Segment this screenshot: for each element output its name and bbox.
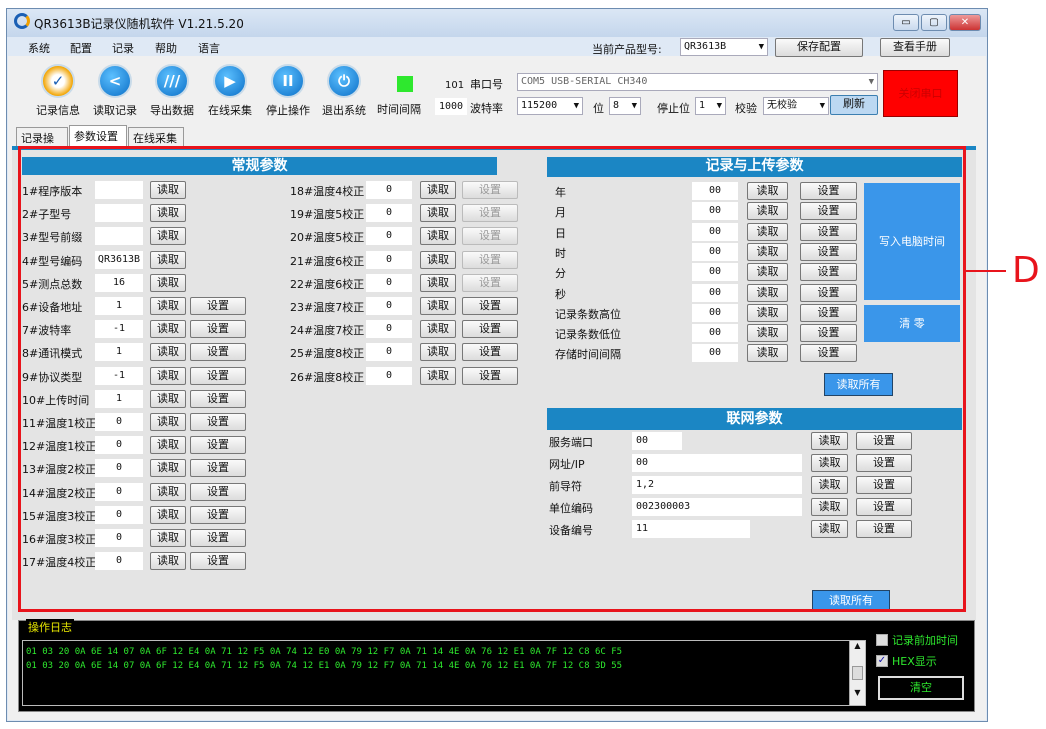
export-icon[interactable]: /// [155,64,189,98]
menu-system[interactable]: 系统 [28,40,50,56]
menu-language[interactable]: 语言 [198,40,220,56]
log-line: 01 03 20 0A 6E 14 07 0A 6F 12 E4 0A 71 1… [26,661,623,671]
toolbar-button-label[interactable]: 导出数据 [142,102,202,118]
window-title: QR3613B记录仪随机软件 V1.21.5.20 [34,17,244,31]
parity-label: 校验 [735,102,757,115]
tab-online-collection[interactable]: 在线采集 [128,127,184,146]
scroll-down-icon[interactable]: ▼ [850,688,865,697]
app-logo-icon [14,13,30,29]
clear-log-button[interactable]: 清空 [878,676,964,700]
share-icon[interactable]: < [98,64,132,98]
interval-count: 101 [445,80,465,91]
toolbar-button-label[interactable]: 在线采集 [200,102,260,118]
annotation-label: D [1012,250,1040,291]
annotation-line [966,270,1006,272]
tab-parameter-settings[interactable]: 参数设置 [69,125,127,146]
play-icon[interactable]: ▶ [213,64,247,98]
baud-value: 115200 [521,100,558,111]
pause-icon[interactable]: II [271,64,305,98]
power-icon[interactable]: ⏻ [327,64,361,98]
port-value: COM5 USB-SERIAL CH340 [521,76,648,87]
operation-log-title: 操作日志 [26,619,74,635]
parity-value: 无校验 [767,100,797,111]
parity-select[interactable]: 无校验 ▼ [763,97,829,115]
add-time-label: 记录前加时间 [892,634,958,647]
toolbar-button-label[interactable]: 停止操作 [258,102,318,118]
toolbar-button-label[interactable]: 读取记录 [85,102,145,118]
interval-input[interactable]: 1000 [435,98,467,115]
product-model-select[interactable]: QR3613B ▼ [680,38,768,56]
chevron-down-icon: ▼ [631,101,637,111]
data-bits-label: 位 [593,102,604,115]
close-port-button[interactable]: 关闭串口 [883,70,958,117]
log-line: 01 03 20 0A 6E 14 07 0A 6F 12 E4 0A 71 1… [26,647,623,657]
chevron-down-icon: ▼ [819,101,825,111]
refresh-button[interactable]: 刷新 [830,95,878,115]
close-button[interactable]: ✕ [949,14,981,31]
chevron-down-icon: ▼ [868,77,874,87]
data-bits-select[interactable]: 8 ▼ [609,97,641,115]
scroll-thumb[interactable] [852,666,863,680]
chevron-down-icon: ▼ [573,101,579,111]
maximize-button[interactable]: ▢ [921,14,947,31]
tab-record-operation[interactable]: 记录操作 [16,127,68,161]
stop-bits-value: 1 [699,100,706,111]
interval-label: 时间间隔 [377,103,421,116]
stop-bits-label: 停止位 [657,102,690,115]
menu-config[interactable]: 配置 [70,40,92,56]
toolbar-button-label[interactable]: 记录信息 [28,102,88,118]
chevron-down-icon: ▼ [716,101,722,111]
log-scrollbar[interactable]: ▲ ▼ [849,641,865,705]
record-info-icon[interactable]: ✓ [41,64,75,98]
log-textbox[interactable]: 01 03 20 0A 6E 14 07 0A 6F 12 E4 0A 71 1… [22,640,866,706]
baud-select[interactable]: 115200 ▼ [517,97,583,115]
data-bits-value: 8 [613,100,620,111]
toolbar-button-label[interactable]: 退出系统 [314,102,374,118]
product-model-label: 当前产品型号: [592,43,662,56]
status-indicator [397,76,413,92]
menu-help[interactable]: 帮助 [155,40,177,56]
save-config-button[interactable]: 保存配置 [775,38,863,57]
view-manual-button[interactable]: 查看手册 [880,38,950,57]
port-label: 串口号 [470,78,503,91]
baud-label: 波特率 [470,102,503,115]
hex-display-checkbox[interactable]: ✓ [876,655,888,667]
product-model-value: QR3613B [684,41,727,52]
stop-bits-select[interactable]: 1 ▼ [695,97,726,115]
menu-record[interactable]: 记录 [112,40,134,56]
scroll-up-icon[interactable]: ▲ [850,641,865,650]
minimize-button[interactable]: ▭ [893,14,919,31]
hex-display-label: HEX显示 [892,655,937,668]
port-select[interactable]: COM5 USB-SERIAL CH340 ▼ [517,73,878,91]
highlight-frame [18,146,966,612]
add-time-checkbox[interactable] [876,634,888,646]
chevron-down-icon: ▼ [758,42,764,52]
